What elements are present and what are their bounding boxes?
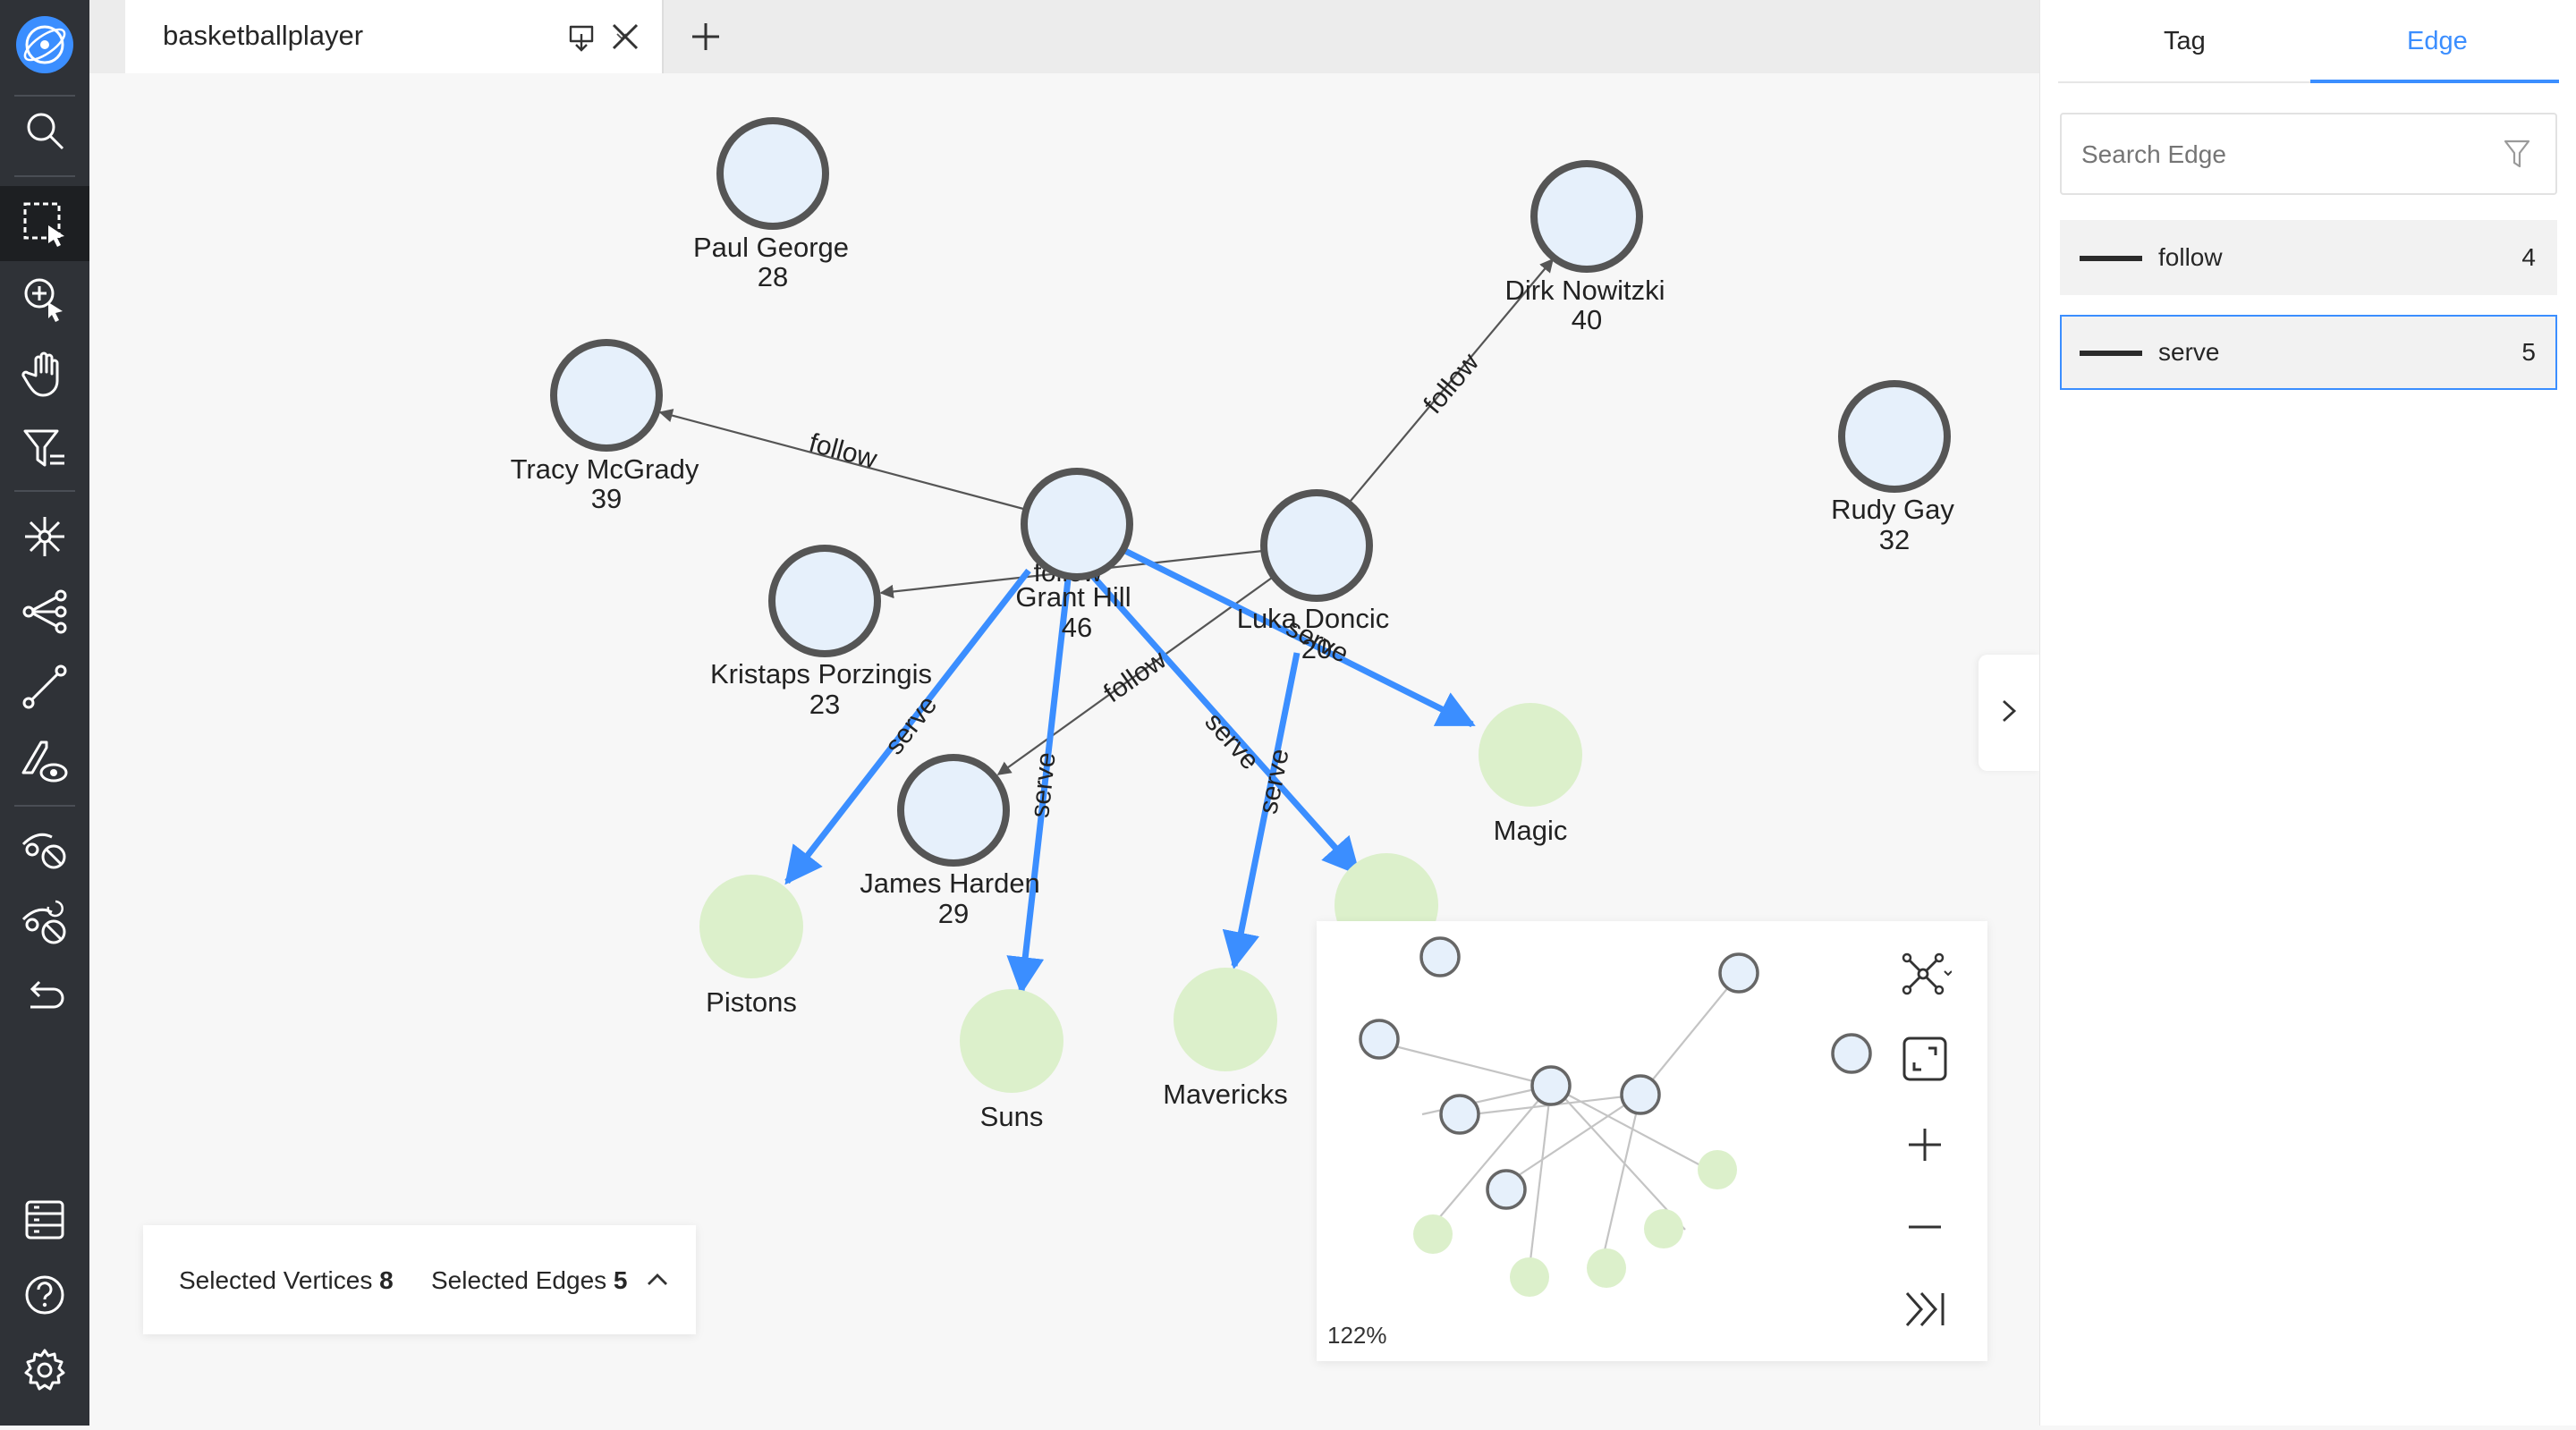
edge-labels: follow follow follow follow serve serve …: [806, 348, 1485, 819]
minimap-graph: [1359, 936, 1872, 1297]
vertex-mavericks: Mavericks: [1163, 968, 1288, 1110]
vertex-suns: Suns: [960, 989, 1063, 1132]
hide-icon[interactable]: [0, 810, 89, 885]
path-icon[interactable]: [0, 649, 89, 724]
svg-text:Paul George: Paul George: [693, 232, 849, 263]
search-icon[interactable]: [0, 93, 89, 168]
undo-icon[interactable]: [0, 960, 89, 1036]
edge-label-follow: follow: [1098, 645, 1172, 708]
selected-edges-count: 5: [613, 1266, 628, 1294]
config-icon[interactable]: [0, 1182, 89, 1257]
edge-type-serve[interactable]: serve 5: [2060, 315, 2557, 390]
tab-tag[interactable]: Tag: [2164, 27, 2206, 56]
tab-title: basketballplayer: [163, 20, 364, 51]
svg-text:James Harden: James Harden: [860, 867, 1040, 899]
vertex-tracy-mcgrady: Tracy McGrady 39: [511, 339, 699, 514]
edge-label-serve: serve: [1199, 707, 1265, 776]
edge-label-follow: follow: [806, 428, 880, 475]
help-icon[interactable]: [0, 1257, 89, 1333]
minimap-zoom-level: 122%: [1327, 1322, 1387, 1349]
zoom-select-icon[interactable]: [0, 261, 89, 336]
hide-refresh-icon[interactable]: [0, 885, 89, 960]
zoom-in-icon[interactable]: [1907, 1127, 1943, 1167]
active-tab-indicator: [2310, 80, 2559, 83]
vertex-james-harden: James Harden 29: [860, 754, 1040, 929]
expand-panel-icon[interactable]: [1903, 1290, 1946, 1333]
svg-text:Tracy McGrady: Tracy McGrady: [511, 453, 699, 485]
filter-icon[interactable]: [2504, 140, 2530, 173]
svg-text:Mavericks: Mavericks: [1163, 1079, 1288, 1110]
edge-type-name: serve: [2158, 338, 2220, 366]
svg-text:28: 28: [758, 261, 788, 292]
svg-text:Pistons: Pistons: [706, 986, 797, 1018]
svg-text:23: 23: [809, 689, 840, 720]
vertex-paul-george: Paul George 28: [693, 117, 849, 292]
svg-text:Dirk Nowitzki: Dirk Nowitzki: [1504, 275, 1665, 306]
edge-line-swatch: [2080, 351, 2142, 356]
selected-vertices-label: Selected Vertices: [179, 1266, 373, 1294]
collapse-panel-button[interactable]: [1979, 655, 2039, 771]
svg-text:Rudy Gay: Rudy Gay: [1831, 494, 1954, 525]
svg-text:Magic: Magic: [1494, 815, 1568, 846]
vertex-grant-hill: Grant Hill 46: [1015, 468, 1133, 643]
svg-text:32: 32: [1879, 524, 1910, 555]
right-panel: Tag Edge follow 4 serve 5: [2039, 0, 2576, 1426]
vertex-luka-doncic: Luka Doncic 20: [1237, 489, 1390, 664]
vertex-pistons: Pistons: [699, 875, 803, 1018]
svg-text:Kristaps Porzingis: Kristaps Porzingis: [710, 658, 932, 690]
inspect-icon[interactable]: [0, 724, 89, 800]
box-select-icon[interactable]: [0, 186, 89, 261]
layout-icon[interactable]: [1902, 952, 1953, 1001]
logo-icon[interactable]: [0, 7, 89, 82]
svg-text:Grant Hill: Grant Hill: [1015, 581, 1131, 613]
chevron-right-icon: [1998, 698, 2020, 728]
edge-type-name: follow: [2158, 243, 2223, 271]
tab-basketballplayer[interactable]: basketballplayer: [125, 0, 662, 73]
tab-bar: basketballplayer: [89, 0, 2039, 73]
tab-edge[interactable]: Edge: [2407, 27, 2468, 56]
minimap[interactable]: 122%: [1317, 921, 1987, 1361]
tab-divider: [662, 0, 664, 73]
left-toolbar: [0, 0, 89, 1426]
edge-label-serve: serve: [879, 690, 943, 760]
selected-vertices-count: 8: [379, 1266, 394, 1294]
svg-text:Luka Doncic: Luka Doncic: [1237, 603, 1390, 634]
selected-edges-label: Selected Edges: [431, 1266, 607, 1294]
search-edge-input[interactable]: [2080, 132, 2477, 177]
svg-text:Suns: Suns: [980, 1101, 1044, 1132]
vertex-magic: Magic: [1479, 703, 1582, 846]
edge-line-swatch: [2080, 256, 2142, 261]
edge-type-count: 4: [2521, 243, 2536, 271]
edge-label-follow: follow: [1418, 348, 1485, 419]
add-tab-icon[interactable]: [689, 20, 723, 58]
settings-icon[interactable]: [0, 1333, 89, 1408]
selection-summary[interactable]: Selected Vertices 8 Selected Edges 5: [143, 1225, 696, 1334]
vertex-rudy-gay: Rudy Gay 32: [1831, 380, 1954, 555]
edge-type-count: 5: [2521, 338, 2536, 366]
svg-text:29: 29: [938, 898, 969, 929]
fit-view-icon[interactable]: [1902, 1036, 1948, 1087]
vertex-dirk-nowitzki: Dirk Nowitzki 40: [1504, 160, 1665, 335]
edge-label-serve: serve: [1025, 751, 1061, 819]
chevron-up-icon[interactable]: [646, 1268, 669, 1296]
svg-text:20: 20: [1301, 633, 1332, 664]
player-vertices[interactable]: Paul George 28 Dirk Nowitzki 40 Tracy Mc…: [511, 117, 1955, 929]
close-icon[interactable]: [610, 21, 640, 56]
filter-icon[interactable]: [0, 411, 89, 487]
expand-icon[interactable]: [0, 574, 89, 649]
zoom-out-icon[interactable]: [1907, 1209, 1943, 1249]
graph-layout-icon[interactable]: [0, 499, 89, 574]
edge-type-follow[interactable]: follow 4: [2060, 220, 2557, 295]
svg-text:40: 40: [1572, 304, 1602, 335]
vertex-kristaps-porzingis: Kristaps Porzingis 23: [710, 545, 932, 720]
svg-text:39: 39: [591, 483, 622, 514]
pan-hand-icon[interactable]: [0, 336, 89, 411]
download-icon[interactable]: [567, 23, 596, 56]
svg-text:46: 46: [1062, 612, 1092, 643]
search-edge-box[interactable]: [2060, 113, 2557, 195]
